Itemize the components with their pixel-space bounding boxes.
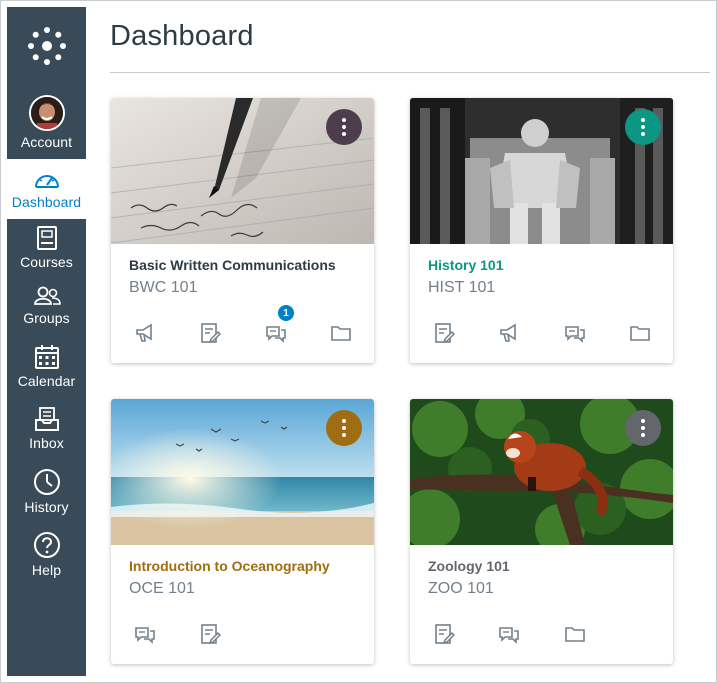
nav-item-label: Calendar	[17, 373, 76, 389]
help-icon	[33, 532, 60, 558]
announcements-icon	[136, 323, 152, 342]
assignments-icon	[201, 323, 221, 344]
nav-item-groups[interactable]: Groups	[7, 279, 86, 339]
nav-item-label: Inbox	[29, 435, 64, 451]
discussions-icon	[499, 627, 519, 644]
assignments-icon	[435, 323, 455, 344]
files-icon	[630, 326, 650, 341]
discussions-button[interactable]: 1	[263, 304, 295, 346]
course-card[interactable]: History 101 HIST 101	[410, 98, 673, 363]
header-divider	[110, 72, 710, 73]
course-code: HIST 101	[428, 279, 496, 296]
canvas-logo[interactable]	[7, 7, 86, 85]
page-title: Dashboard	[110, 20, 254, 52]
dashboard-gauge-icon	[34, 175, 59, 188]
discussions-icon	[266, 326, 286, 343]
canvas-logo-icon	[27, 27, 66, 65]
card-options-menu-button[interactable]	[326, 109, 362, 145]
discussions-button[interactable]	[496, 621, 522, 647]
assignments-button[interactable]	[431, 320, 457, 346]
course-code: OCE 101	[129, 580, 195, 597]
files-icon	[565, 627, 585, 642]
course-card-actions	[410, 621, 673, 651]
files-icon	[331, 326, 351, 341]
nav-item-label: History	[24, 499, 69, 515]
course-name[interactable]: History 101	[428, 257, 503, 273]
announcements-button[interactable]	[496, 320, 522, 346]
course-name[interactable]: Zoology 101	[428, 558, 510, 574]
discussions-button[interactable]	[562, 320, 588, 346]
nav-item-help[interactable]: Help	[7, 526, 86, 588]
discussions-button[interactable]	[132, 621, 158, 647]
announcements-icon	[500, 323, 516, 342]
files-button[interactable]	[328, 320, 354, 346]
course-card-actions: 1	[111, 304, 374, 350]
avatar	[28, 95, 65, 131]
clock-icon	[33, 469, 60, 495]
course-card[interactable]: Zoology 101 ZOO 101	[410, 399, 673, 664]
assignments-icon	[201, 624, 221, 645]
course-name[interactable]: Introduction to Oceanography	[129, 558, 330, 574]
discussions-icon	[565, 326, 585, 343]
inbox-icon	[34, 407, 59, 431]
assignments-button[interactable]	[431, 621, 457, 647]
course-name[interactable]: Basic Written Communications	[129, 257, 336, 273]
announcements-button[interactable]	[132, 320, 158, 346]
card-options-menu-button[interactable]	[625, 410, 661, 446]
card-options-menu-button[interactable]	[625, 109, 661, 145]
course-card[interactable]: Introduction to Oceanography OCE 101	[111, 399, 374, 664]
nav-item-label: Courses	[20, 254, 73, 270]
card-options-menu-button[interactable]	[326, 410, 362, 446]
nav-item-label: Groups	[23, 310, 70, 326]
courses-book-icon	[36, 226, 57, 250]
assignments-button[interactable]	[197, 621, 223, 647]
discussions-icon	[135, 627, 155, 644]
nav-item-label: Dashboard	[11, 194, 82, 210]
nav-item-label: Account	[20, 134, 73, 150]
nav-item-label: Help	[31, 562, 62, 578]
unread-count-badge: 1	[277, 304, 295, 322]
groups-icon	[33, 286, 61, 305]
nav-item-calendar[interactable]: Calendar	[7, 340, 86, 402]
course-card[interactable]: Basic Written Communications BWC 101 1	[111, 98, 374, 363]
course-card-actions	[410, 320, 673, 350]
calendar-icon	[34, 345, 59, 369]
nav-item-courses[interactable]: Courses	[7, 219, 86, 279]
assignments-button[interactable]	[197, 320, 223, 346]
nav-item-history[interactable]: History	[7, 464, 86, 526]
nav-item-dashboard[interactable]: Dashboard	[7, 159, 86, 219]
assignments-icon	[435, 624, 455, 645]
course-code: ZOO 101	[428, 580, 494, 597]
nav-item-inbox[interactable]: Inbox	[7, 402, 86, 464]
course-card-actions	[111, 621, 374, 651]
nav-item-account[interactable]: Account	[7, 87, 86, 159]
files-button[interactable]	[562, 621, 588, 647]
global-nav: Account Dashboard Courses Groups Calenda…	[7, 7, 86, 676]
course-code: BWC 101	[129, 279, 198, 296]
files-button[interactable]	[627, 320, 653, 346]
